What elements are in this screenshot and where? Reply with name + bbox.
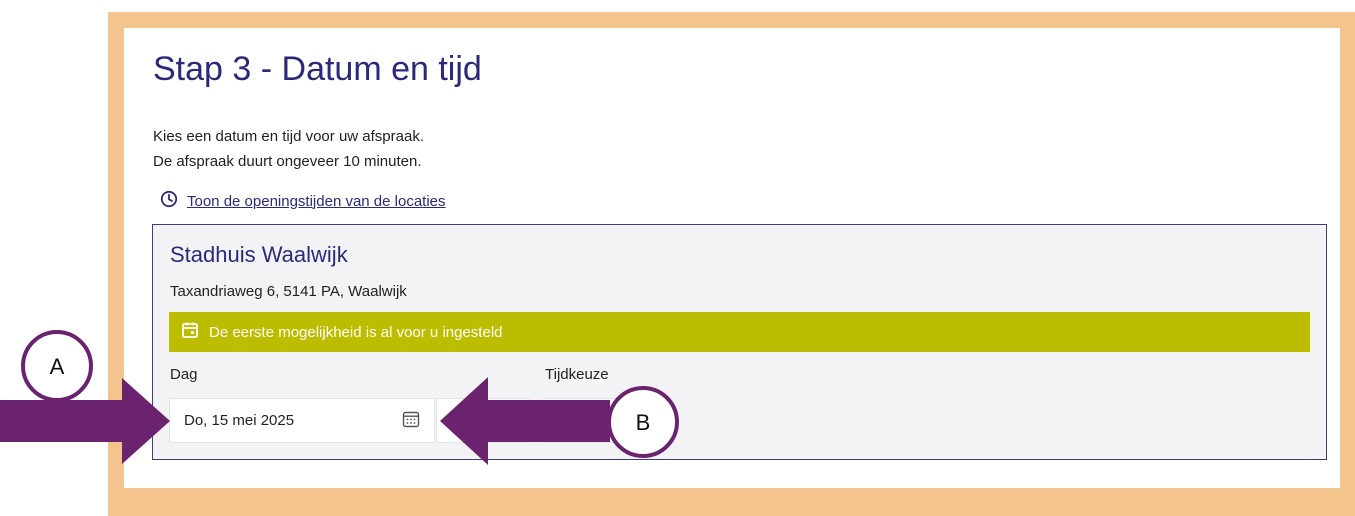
location-address: Taxandriaweg 6, 5141 PA, Waalwijk: [170, 283, 407, 300]
clock-icon: [160, 190, 178, 212]
page-title: Stap 3 - Datum en tijd: [153, 50, 482, 88]
intro-text-line1: Kies een datum en tijd voor uw afspraak.: [153, 128, 424, 145]
first-availability-notice: De eerste mogelijkheid is al voor u inge…: [169, 312, 1310, 352]
opening-hours-link[interactable]: Toon de openingstijden van de locaties: [160, 190, 446, 212]
opening-hours-link-label: Toon de openingstijden van de locaties: [187, 192, 446, 210]
time-choice-label: Tijdkeuze: [545, 366, 609, 383]
day-date-value: Do, 15 mei 2025: [184, 412, 295, 429]
location-name: Stadhuis Waalwijk: [170, 242, 348, 267]
notice-text: De eerste mogelijkheid is al voor u inge…: [209, 323, 503, 341]
day-label: Dag: [170, 366, 198, 383]
day-secondary-field[interactable]: [436, 398, 530, 443]
calendar-grid-icon[interactable]: [402, 410, 420, 432]
callout-a: A: [21, 330, 93, 402]
time-choice-select[interactable]: [545, 398, 625, 443]
calendar-icon: [181, 321, 199, 343]
day-date-input[interactable]: Do, 15 mei 2025: [169, 398, 435, 443]
intro-text-line2: De afspraak duurt ongeveer 10 minuten.: [153, 153, 422, 170]
callout-a-label: A: [50, 354, 65, 379]
